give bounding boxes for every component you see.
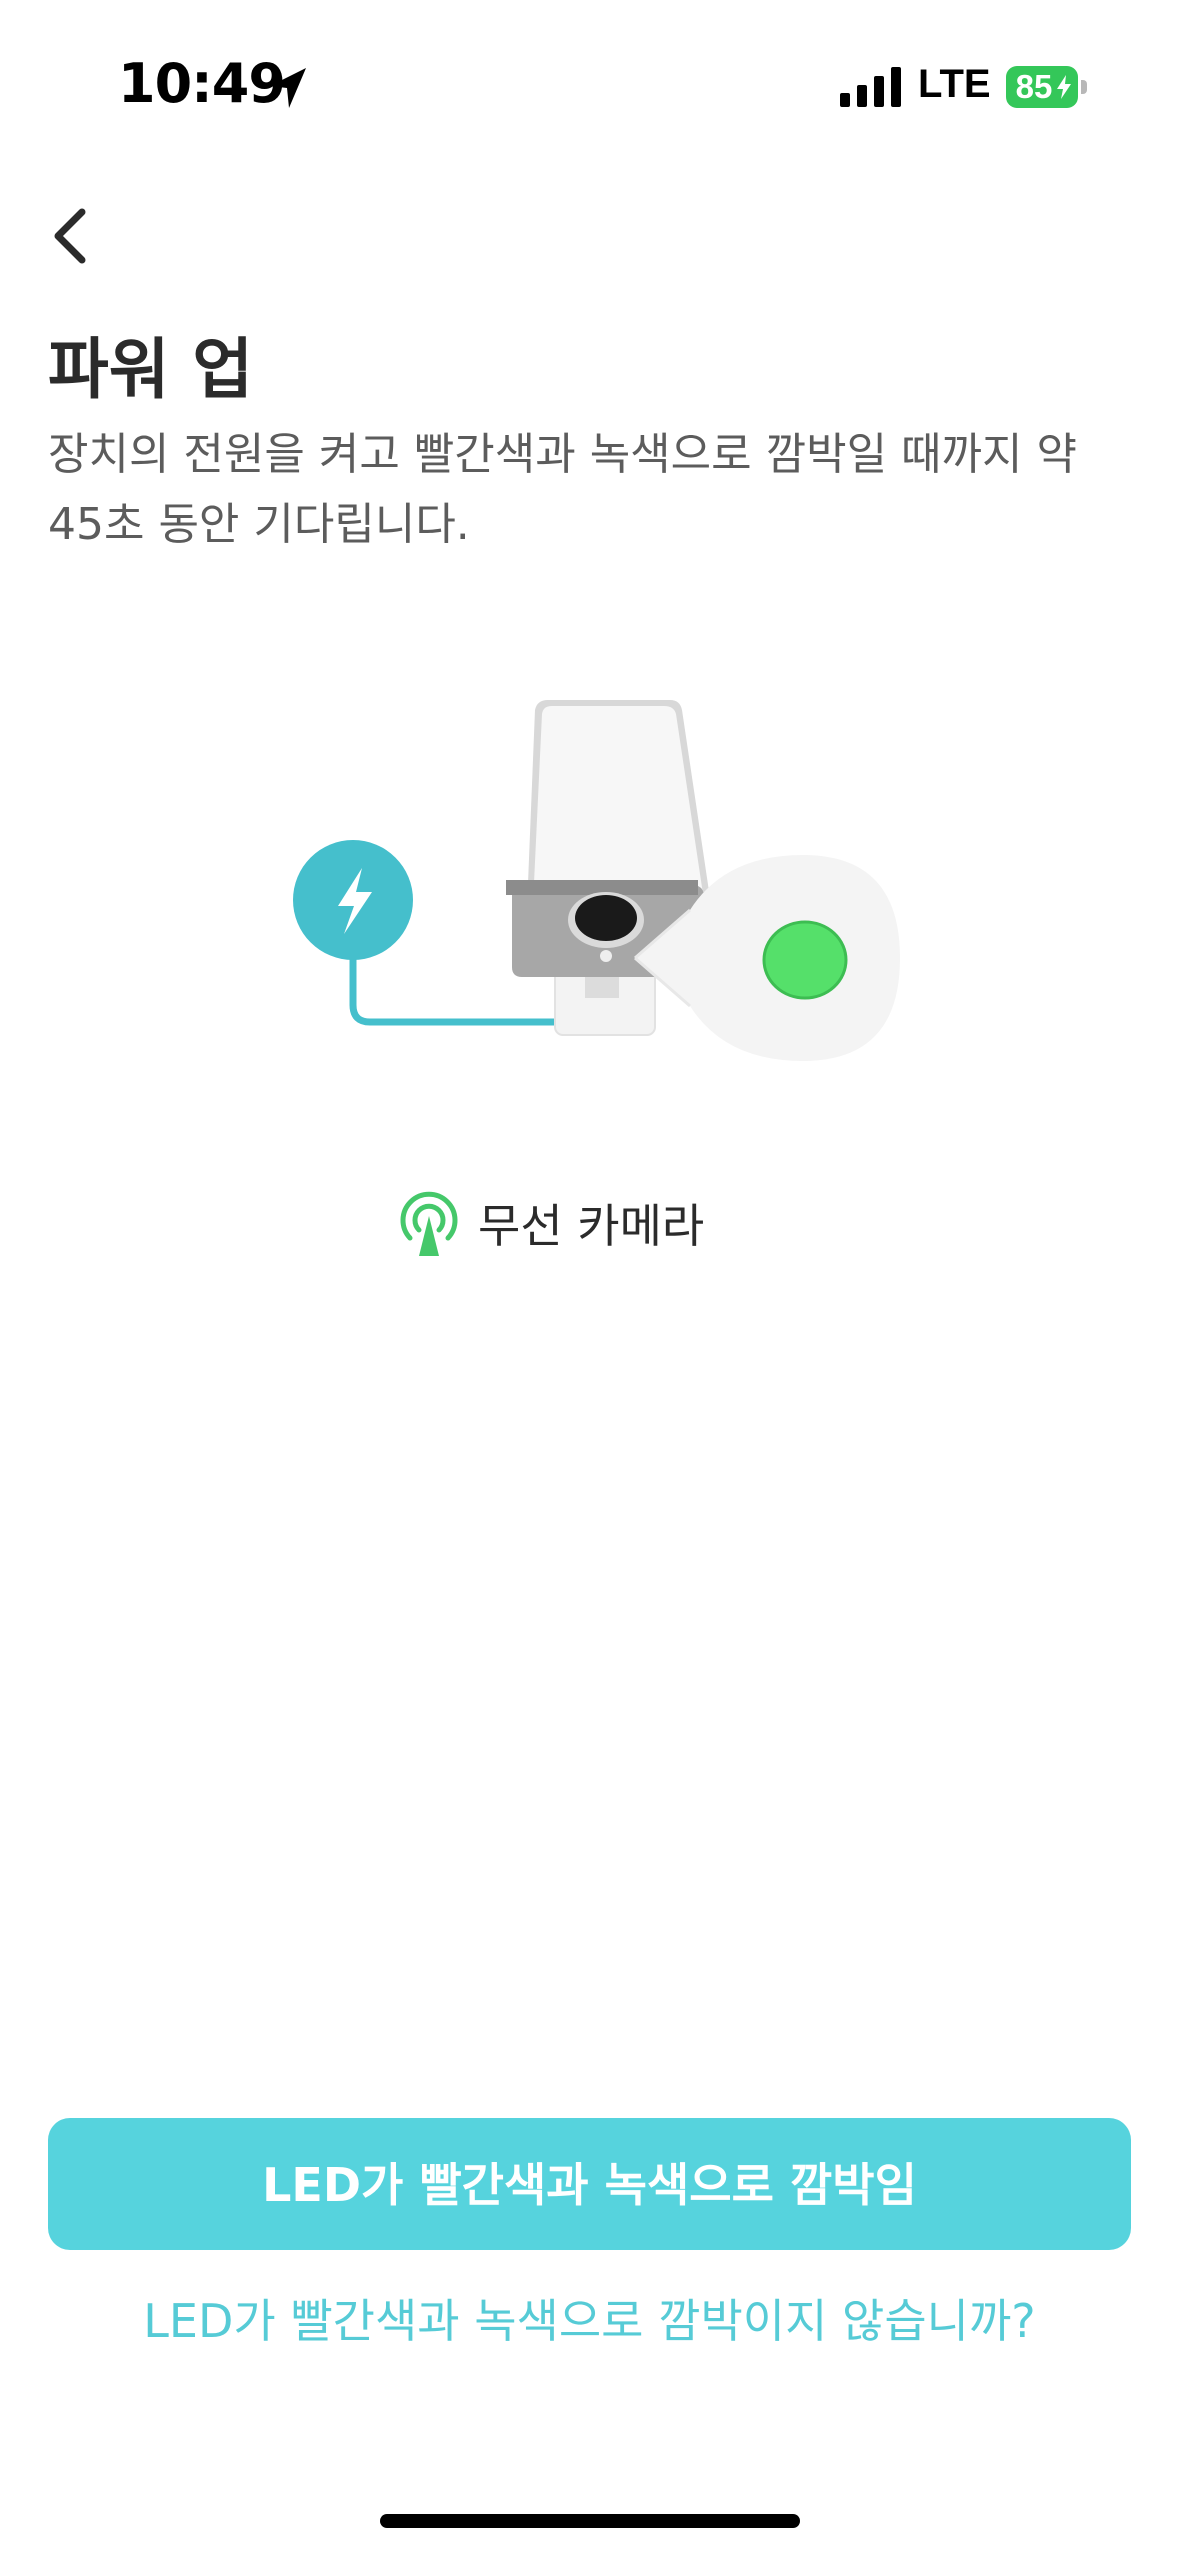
- page-title: 파워 업: [48, 331, 254, 408]
- location-arrow-icon: [270, 68, 306, 108]
- led-not-blinking-link[interactable]: LED가 빨간색과 녹색으로 깜박이지 않습니까?: [0, 2285, 1179, 2351]
- cellular-signal-icon: [840, 67, 901, 107]
- page-description: 장치의 전원을 켜고 빨간색과 녹색으로 깜박일 때까지 약 45초 동안 기다…: [48, 429, 1077, 550]
- network-type: LTE: [918, 62, 991, 106]
- chevron-left-icon: [54, 208, 86, 264]
- led-blinking-confirm-button[interactable]: LED가 빨간색과 녹색으로 깜박임: [48, 2118, 1131, 2250]
- camera-power-illustration: [293, 700, 900, 1061]
- charging-bolt-icon: [1057, 75, 1071, 99]
- device-type: 무선 카메라: [398, 1190, 704, 1256]
- device-type-label: 무선 카메라: [478, 1199, 705, 1253]
- led-indicator: [762, 920, 848, 1000]
- home-indicator: [380, 2514, 800, 2528]
- battery-level: 85: [1015, 68, 1053, 105]
- status-bar: 10:49 LTE 85: [0, 0, 1179, 150]
- battery-indicator: 85: [1006, 66, 1078, 108]
- battery-nub: [1081, 80, 1087, 94]
- back-button[interactable]: [40, 196, 104, 276]
- status-time: 10:49: [118, 52, 286, 115]
- lightning-bolt-icon: [293, 840, 413, 960]
- wireless-antenna-icon: [400, 1191, 458, 1256]
